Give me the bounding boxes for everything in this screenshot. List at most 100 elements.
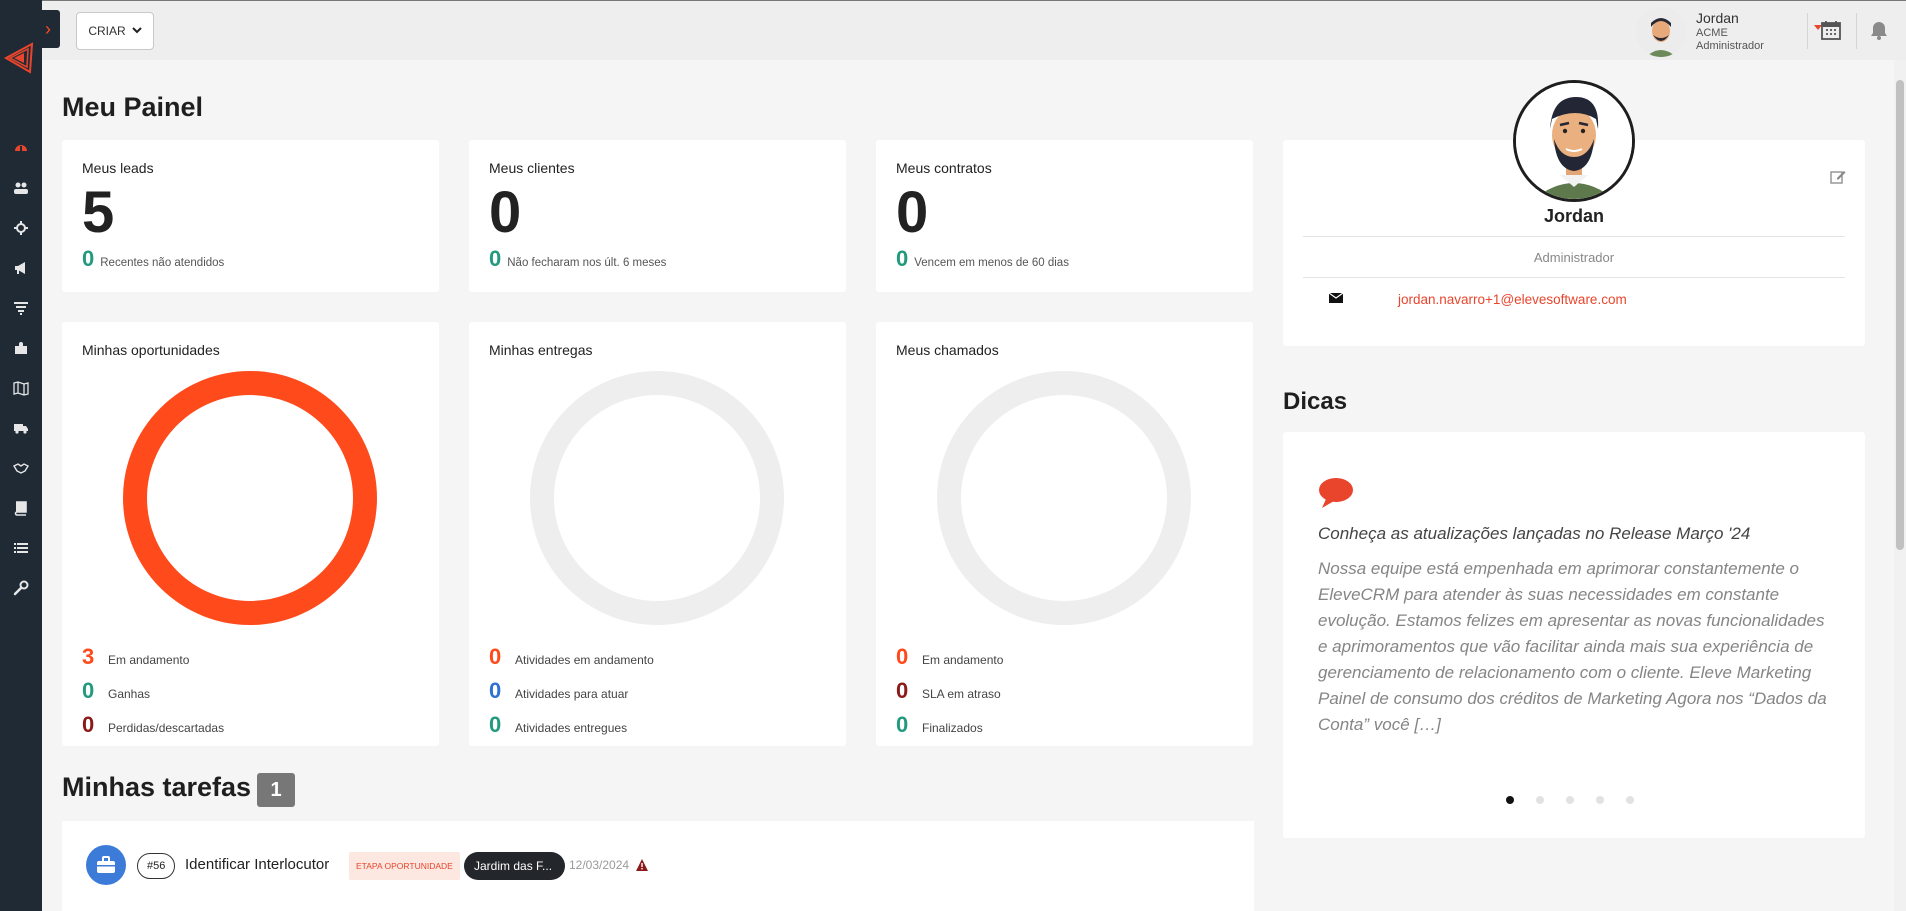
funnel-icon [14, 302, 28, 315]
wrench-icon [13, 580, 29, 596]
tasks-count-badge: 1 [257, 773, 295, 807]
sidebar-item-leads[interactable] [0, 208, 42, 248]
stat-sub-value: 0 [896, 246, 909, 271]
user-role: Administrador [1696, 40, 1764, 53]
legend-value: 0 [489, 678, 502, 703]
edit-icon[interactable] [1829, 168, 1847, 186]
card-title: Meus chamados [896, 342, 999, 358]
book-icon [14, 501, 27, 516]
legend-item[interactable]: 0 Atividades entregues [489, 712, 654, 746]
card-title: Meus leads [82, 160, 154, 176]
card-title: Meus clientes [489, 160, 575, 176]
stat-card-leads[interactable]: Meus leads 5 0 Recentes não atendidos [62, 140, 439, 292]
sidebar-item-knowledge[interactable] [0, 488, 42, 528]
legend-item[interactable]: 0 Ganhas [82, 678, 224, 712]
donut-chart[interactable] [529, 370, 785, 626]
map-icon [13, 381, 29, 396]
task-date: 12/03/2024 [569, 858, 630, 872]
donut-chart[interactable] [122, 370, 378, 626]
tip-title[interactable]: Conheça as atualizações lançadas no Rele… [1318, 524, 1750, 544]
legend-label: Finalizados [922, 721, 983, 735]
user-name: Jordan [1696, 10, 1739, 27]
scrollbar-thumb[interactable] [1896, 80, 1904, 550]
legend-label: Atividades para atuar [515, 687, 629, 701]
sidebar-item-deliveries[interactable] [0, 408, 42, 448]
stat-sub-text: Recentes não atendidos [100, 257, 225, 269]
task-name[interactable]: Identificar Interlocutor [185, 856, 329, 873]
stat-sub-value: 0 [82, 246, 95, 271]
page-title: Meu Painel [62, 92, 204, 122]
legend-value: 0 [489, 712, 502, 737]
legend-value: 0 [82, 712, 95, 737]
list-icon [14, 543, 28, 553]
megaphone-icon [15, 262, 25, 274]
legend-label: Ganhas [108, 687, 151, 701]
topbar: CRIAR Jordan ACME Administrador [42, 0, 1906, 60]
stat-sub-text: Vencem em menos de 60 dias [914, 257, 1069, 269]
truck-icon [14, 424, 28, 434]
sidebar-item-lists[interactable] [0, 528, 42, 568]
calendar-icon[interactable] [1820, 19, 1842, 41]
stat-card-clients[interactable]: Meus clientes 0 0 Não fecharam nos últ. … [469, 140, 846, 292]
stat-card-contracts[interactable]: Meus contratos 0 0 Vencem em menos de 60… [876, 140, 1253, 292]
warning-icon [636, 859, 648, 871]
stat-value: 0 [489, 180, 522, 245]
sidebar-item-map[interactable] [0, 368, 42, 408]
sidebar [0, 0, 42, 911]
sidebar-toggle-button[interactable]: › [36, 10, 60, 48]
carousel-dot[interactable] [1536, 796, 1544, 804]
user-menu[interactable]: Jordan ACME Administrador [1636, 7, 1826, 57]
donut-ring [530, 371, 784, 625]
eleve-logo-icon[interactable] [2, 38, 38, 78]
legend-value: 0 [896, 678, 909, 703]
legend-label: Atividades em andamento [515, 653, 654, 667]
task-company-tag[interactable]: Jardim das F... [464, 852, 565, 880]
chevron-down-icon [131, 27, 142, 34]
tips-carousel[interactable]: Conheça as atualizações lançadas no Rele… [1283, 432, 1865, 838]
carousel-dot[interactable] [1566, 796, 1574, 804]
donut-chart[interactable] [936, 370, 1192, 626]
carousel-dots [1506, 796, 1634, 804]
profile-email-link[interactable]: jordan.navarro+1@elevesoftware.com [1398, 292, 1627, 307]
task-row[interactable]: #56 Identificar Interlocutor ETAPA OPORT… [62, 821, 1254, 911]
envelope-icon [1329, 292, 1343, 303]
carousel-dot[interactable] [1596, 796, 1604, 804]
legend-item[interactable]: 0 SLA em atraso [896, 678, 1003, 712]
dashboard-icon [15, 145, 27, 151]
carousel-dot[interactable] [1506, 796, 1514, 804]
sidebar-item-partners[interactable] [0, 448, 42, 488]
user-company: ACME [1696, 27, 1728, 40]
chat-bubble-icon [1319, 478, 1353, 508]
create-button[interactable]: CRIAR [76, 12, 154, 50]
legend-item[interactable]: 3 Em andamento [82, 644, 224, 678]
sidebar-item-contacts[interactable] [0, 168, 42, 208]
donut-card-opportunities: Minhas oportunidades 3 Em andamento 0 Ga… [62, 322, 439, 746]
legend-value: 0 [489, 644, 502, 669]
sidebar-item-settings[interactable] [0, 568, 42, 608]
stat-sub-value: 0 [489, 246, 502, 271]
briefcase-icon [86, 845, 126, 885]
stat-sub-text: Não fecharam nos últ. 6 meses [507, 257, 667, 269]
scrollbar[interactable] [1894, 60, 1906, 911]
donut-card-tickets: Meus chamados 0 Em andamento 0 SLA em at… [876, 322, 1253, 746]
legend-item[interactable]: 0 Em andamento [896, 644, 1003, 678]
legend-item[interactable]: 0 Atividades para atuar [489, 678, 654, 712]
legend-label: Em andamento [108, 653, 190, 667]
divider [1303, 236, 1845, 237]
sidebar-item-integrations[interactable] [0, 328, 42, 368]
legend-item[interactable]: 0 Atividades em andamento [489, 644, 654, 678]
stat-value: 0 [896, 180, 929, 245]
users-icon [14, 182, 28, 194]
legend-item[interactable]: 0 Finalizados [896, 712, 1003, 746]
donut-ring [123, 371, 377, 625]
sidebar-item-dashboard[interactable] [0, 128, 42, 168]
carousel-dot[interactable] [1626, 796, 1634, 804]
sidebar-item-marketing[interactable] [0, 248, 42, 288]
sidebar-item-funnel[interactable] [0, 288, 42, 328]
divider [1303, 277, 1845, 278]
create-button-label: CRIAR [88, 24, 126, 38]
bell-icon[interactable] [1868, 19, 1890, 41]
legend-value: 3 [82, 644, 95, 669]
task-id-tag: #56 [137, 853, 176, 879]
legend-item[interactable]: 0 Perdidas/descartadas [82, 712, 224, 746]
